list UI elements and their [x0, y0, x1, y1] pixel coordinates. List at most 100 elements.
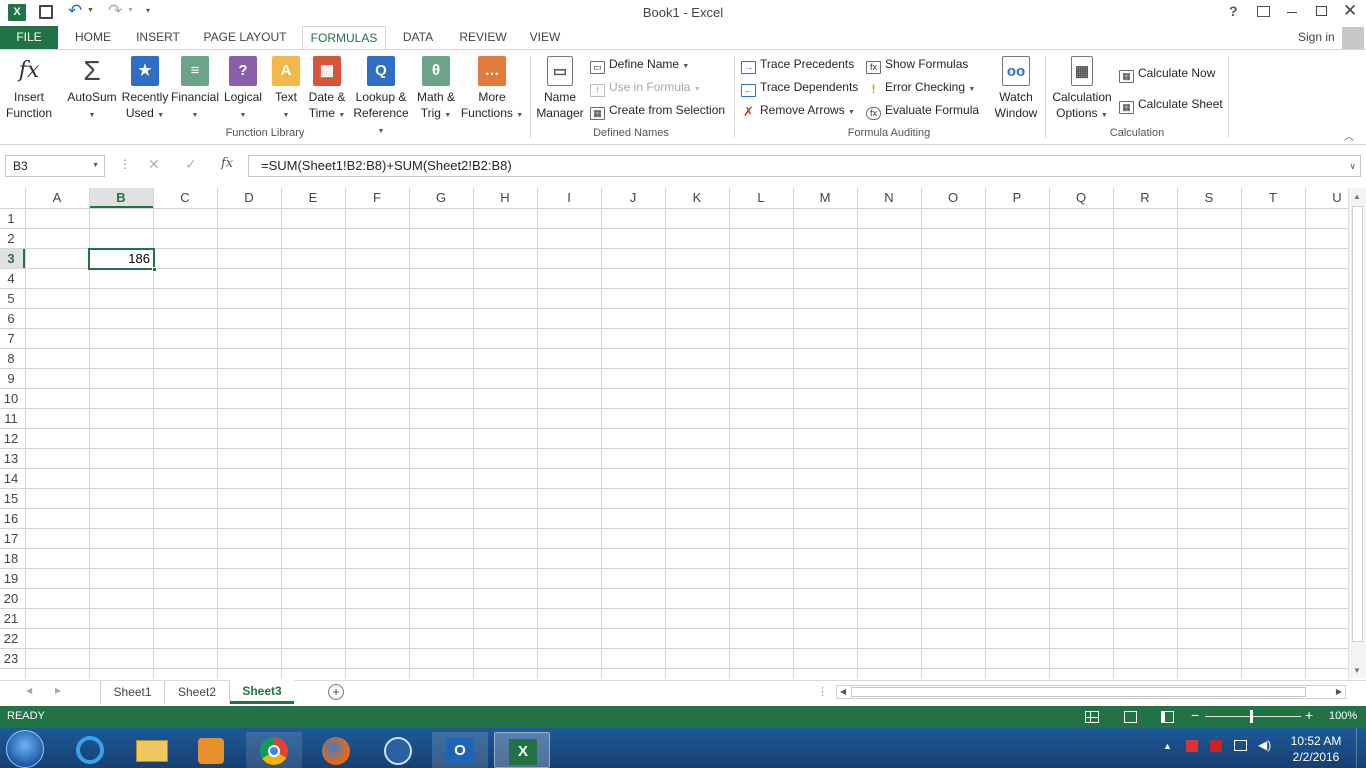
tab-review[interactable]: REVIEW [452, 26, 514, 50]
page-break-view-icon[interactable] [1161, 711, 1174, 723]
column-header[interactable]: A [25, 190, 89, 205]
tray-app-icon[interactable] [1210, 740, 1222, 752]
show-desktop-button[interactable] [1356, 728, 1366, 768]
fill-handle[interactable] [152, 267, 157, 272]
sheet-scroll-left-icon[interactable]: ◀ [26, 686, 32, 695]
trace-dependents-button[interactable]: ← Trace Dependents [741, 77, 858, 97]
tab-formulas[interactable]: FORMULAS [302, 26, 386, 51]
sheet-tab-sheet1[interactable]: Sheet1 [100, 681, 164, 704]
taskbar-media-player-icon[interactable] [184, 732, 240, 768]
column-header[interactable]: G [409, 190, 473, 205]
row-header[interactable]: 15 [0, 491, 22, 506]
formula-input[interactable]: =SUM(Sheet1!B2:B8)+SUM(Sheet2!B2:B8) ∨ [248, 155, 1361, 177]
row-header[interactable]: 7 [0, 331, 22, 346]
row-header[interactable]: 17 [0, 531, 22, 546]
row-header[interactable]: 6 [0, 311, 22, 326]
clock-time[interactable]: 10:52 AM [1289, 734, 1343, 748]
financial-button[interactable]: ≡ Financial ▼ [168, 56, 222, 124]
sheet-scroll-right-icon[interactable]: ▶ [55, 686, 61, 695]
row-header[interactable]: 2 [0, 231, 22, 246]
taskbar-excel-icon[interactable]: X [494, 732, 550, 768]
row-header[interactable]: 18 [0, 551, 22, 566]
ribbon-display-options-icon[interactable] [1257, 6, 1270, 17]
use-in-formula-button[interactable]: f Use in Formula ▼ [590, 77, 701, 97]
collapse-ribbon-icon[interactable]: ︿ [1344, 128, 1354, 143]
column-header[interactable]: R [1113, 190, 1177, 205]
page-layout-view-icon[interactable] [1124, 711, 1137, 723]
redo-icon[interactable]: ↷ [108, 1, 122, 21]
active-cell[interactable]: 186 [88, 248, 157, 272]
row-header[interactable]: 3 [0, 251, 22, 266]
tab-home[interactable]: HOME [66, 26, 120, 50]
zoom-slider-thumb[interactable] [1250, 710, 1253, 723]
recently-used-button[interactable]: ★ Recently Used ▼ [118, 56, 172, 124]
action-center-flag-icon[interactable] [1186, 740, 1198, 752]
row-header[interactable]: 19 [0, 571, 22, 586]
column-header[interactable]: F [345, 190, 409, 205]
name-box[interactable]: B3 ▼ [5, 155, 105, 177]
worksheet-grid[interactable]: ABCDEFGHIJKLMNOPQRSTU 1 2 3 4 5 6 7 8 9 10 11 12 13 1… [0, 188, 1366, 678]
tab-insert[interactable]: INSERT [130, 26, 186, 50]
clock-date[interactable]: 2/2/2016 [1289, 750, 1343, 764]
column-header[interactable]: S [1177, 190, 1241, 205]
text-button[interactable]: A Text ▼ [266, 56, 306, 124]
taskbar-outlook-icon[interactable]: O [432, 732, 488, 768]
column-header[interactable]: C [153, 190, 217, 205]
row-header[interactable]: 4 [0, 271, 22, 286]
column-header[interactable]: L [729, 190, 793, 205]
trace-precedents-button[interactable]: → Trace Precedents [741, 54, 854, 74]
redo-dropdown-icon[interactable]: ▼ [127, 7, 134, 14]
column-header[interactable]: K [665, 190, 729, 205]
logical-button[interactable]: ? Logical ▼ [220, 56, 266, 124]
column-header[interactable]: P [985, 190, 1049, 205]
cancel-icon[interactable]: ✕ [148, 156, 160, 173]
name-manager-button[interactable]: ▭ Name Manager [534, 56, 586, 121]
zoom-slider[interactable] [1205, 716, 1301, 717]
tab-data[interactable]: DATA [394, 26, 442, 50]
column-header[interactable]: J [601, 190, 665, 205]
row-header[interactable]: 21 [0, 611, 22, 626]
sheet-tab-sheet3[interactable]: Sheet3 [230, 680, 294, 704]
insert-function-button[interactable]: fx Insert Function [4, 56, 54, 121]
zoom-level[interactable]: 100% [1329, 710, 1357, 722]
column-header[interactable]: N [857, 190, 921, 205]
row-header[interactable]: 10 [0, 391, 22, 406]
vertical-scrollbar[interactable]: ▲ ▼ [1348, 188, 1366, 678]
sign-in-link[interactable]: Sign in [1298, 30, 1335, 44]
normal-view-icon[interactable] [1085, 711, 1099, 723]
define-name-button[interactable]: ▭ Define Name ▼ [590, 54, 689, 74]
excel-app-icon[interactable]: X [8, 4, 26, 21]
horizontal-scroll-thumb[interactable] [851, 687, 1306, 697]
user-avatar[interactable] [1342, 27, 1364, 49]
horizontal-scrollbar[interactable]: ◀ ▶ [836, 685, 1346, 699]
scroll-down-icon[interactable]: ▼ [1353, 666, 1361, 675]
calculate-now-button[interactable]: ▦ Calculate Now [1119, 63, 1215, 83]
column-header[interactable]: O [921, 190, 985, 205]
tab-page-layout[interactable]: PAGE LAYOUT [198, 26, 292, 50]
row-header[interactable]: 13 [0, 451, 22, 466]
column-header[interactable]: D [217, 190, 281, 205]
formula-bar-grip-icon[interactable]: ⋮ [119, 157, 131, 171]
taskbar-explorer-icon[interactable] [124, 732, 180, 768]
zoom-out-icon[interactable]: − [1191, 707, 1199, 723]
column-header[interactable]: I [537, 190, 601, 205]
create-from-selection-button[interactable]: ▦ Create from Selection [590, 100, 725, 120]
taskbar-app-icon[interactable] [370, 732, 426, 768]
sheet-tab-sheet2[interactable]: Sheet2 [164, 681, 230, 704]
close-icon[interactable]: ✕ [1343, 1, 1357, 21]
more-functions-button[interactable]: … More Functions ▼ [460, 56, 524, 124]
select-all-corner[interactable] [0, 188, 25, 208]
row-header[interactable]: 23 [0, 651, 22, 666]
scroll-up-icon[interactable]: ▲ [1353, 192, 1361, 201]
taskbar-chrome-icon[interactable] [246, 732, 302, 768]
tab-view[interactable]: VIEW [524, 26, 566, 50]
column-header[interactable]: Q [1049, 190, 1113, 205]
vertical-scroll-thumb[interactable] [1352, 206, 1363, 642]
restore-icon[interactable] [1316, 6, 1327, 16]
column-header[interactable]: T [1241, 190, 1305, 205]
volume-icon[interactable]: ◀) [1258, 738, 1271, 752]
date-time-button[interactable]: ▦ Date & Time ▼ [304, 56, 350, 124]
row-header[interactable]: 14 [0, 471, 22, 486]
error-checking-button[interactable]: ! Error Checking ▼ [866, 77, 976, 97]
taskbar-ie-icon[interactable] [62, 732, 118, 768]
